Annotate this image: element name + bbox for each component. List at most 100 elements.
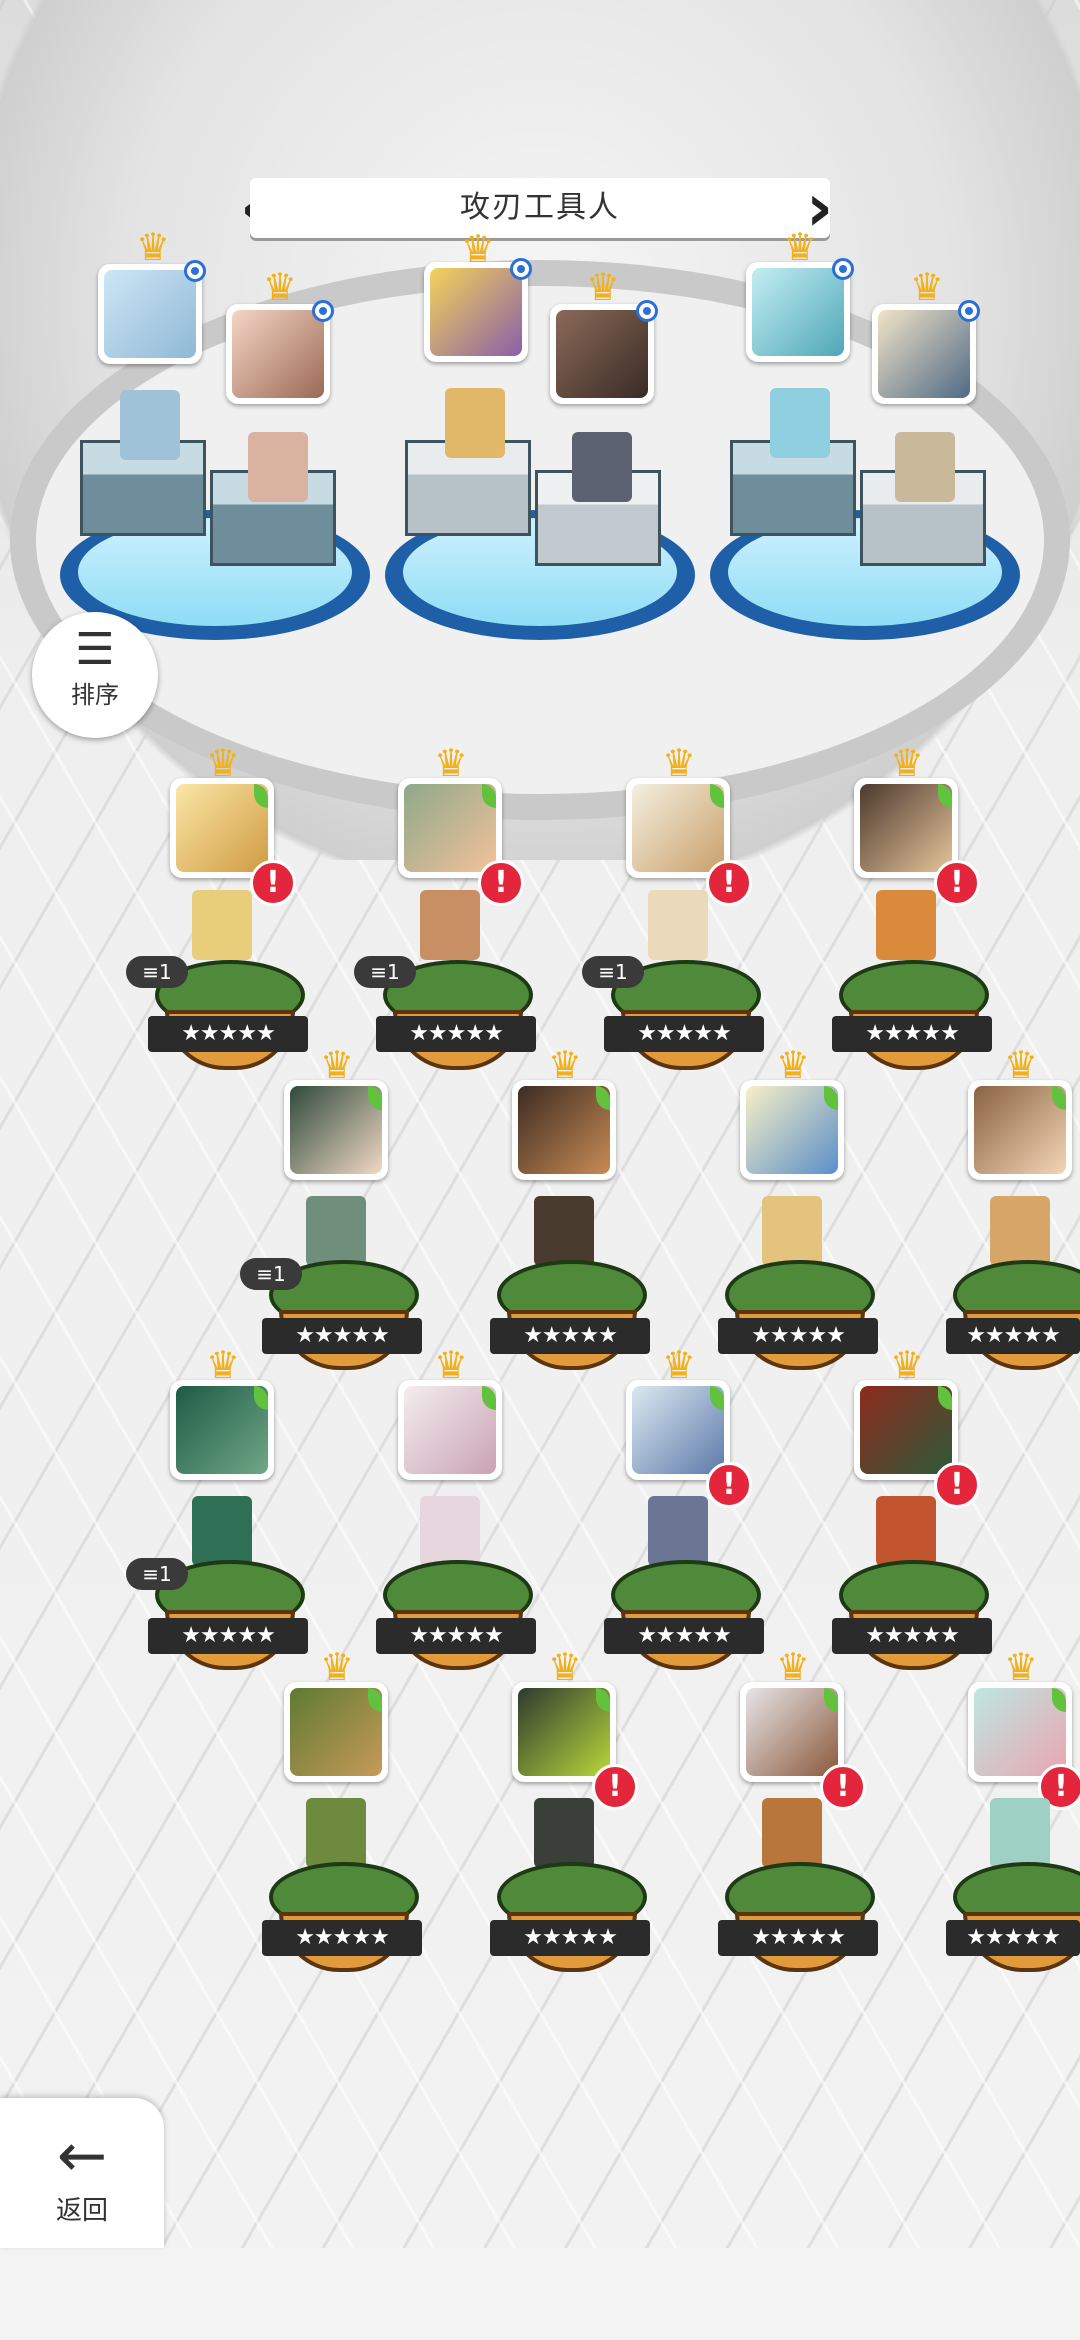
character-sprite	[534, 1798, 594, 1868]
character-sprite	[420, 890, 480, 960]
character-portrait[interactable]	[284, 1682, 388, 1782]
alert-badge: !	[934, 1462, 980, 1508]
team-portrait-6[interactable]	[872, 300, 980, 404]
alert-badge: !	[706, 860, 752, 906]
alert-badge: !	[706, 1462, 752, 1508]
team-sprite	[445, 388, 505, 458]
star-rating: ★★★★★	[946, 1318, 1080, 1354]
back-button[interactable]: ← 返回	[0, 2098, 164, 2248]
crown-icon: ♛	[319, 1645, 355, 1689]
character-portrait[interactable]	[968, 1080, 1072, 1180]
character-sprite	[762, 1196, 822, 1266]
character-sprite	[990, 1798, 1050, 1868]
crown-icon: ♛	[262, 265, 298, 309]
crown-icon: ♛	[661, 741, 697, 785]
star-rating: ★★★★★	[832, 1016, 992, 1052]
character-portrait[interactable]	[626, 778, 730, 878]
crown-icon: ♛	[909, 265, 945, 309]
alert-badge: !	[250, 860, 296, 906]
character-sprite	[762, 1798, 822, 1868]
sort-icon: ☰	[75, 624, 115, 675]
star-rating: ★★★★★	[148, 1618, 308, 1654]
crown-icon: ♛	[889, 1343, 925, 1387]
character-sprite	[648, 1496, 708, 1566]
star-rating: ★★★★★	[604, 1618, 764, 1654]
star-rating: ★★★★★	[376, 1618, 536, 1654]
star-rating: ★★★★★	[262, 1920, 422, 1956]
crown-icon: ♛	[547, 1043, 583, 1087]
level-badge: ≡1	[126, 1558, 188, 1590]
crown-icon: ♛	[585, 265, 621, 309]
team-portrait-3[interactable]	[424, 258, 532, 362]
crown-icon: ♛	[433, 741, 469, 785]
sort-label: 排序	[71, 681, 119, 709]
team-title: 攻刃工具人	[250, 178, 830, 238]
team-sprite	[572, 432, 632, 502]
crown-icon: ♛	[1003, 1645, 1039, 1689]
team-portrait-1[interactable]	[98, 260, 206, 364]
star-rating: ★★★★★	[490, 1920, 650, 1956]
character-sprite	[192, 1496, 252, 1566]
character-sprite	[990, 1196, 1050, 1266]
crown-icon: ♛	[782, 225, 818, 269]
crown-icon: ♛	[775, 1043, 811, 1087]
star-rating: ★★★★★	[718, 1318, 878, 1354]
alert-badge: !	[592, 1764, 638, 1810]
level-badge: ≡1	[582, 956, 644, 988]
crown-icon: ♛	[135, 225, 171, 269]
star-rating: ★★★★★	[718, 1920, 878, 1956]
alert-badge: !	[820, 1764, 866, 1810]
team-sprite	[248, 432, 308, 502]
crown-icon: ♛	[661, 1343, 697, 1387]
team-portrait-2[interactable]	[226, 300, 334, 404]
team-portrait-5[interactable]	[746, 258, 854, 362]
bottom-bar	[0, 2248, 1080, 2340]
character-sprite	[876, 1496, 936, 1566]
character-portrait[interactable]	[626, 1380, 730, 1480]
star-rating: ★★★★★	[604, 1016, 764, 1052]
character-sprite	[192, 890, 252, 960]
character-sprite	[648, 890, 708, 960]
crown-icon: ♛	[433, 1343, 469, 1387]
character-portrait[interactable]	[740, 1682, 844, 1782]
character-portrait[interactable]	[284, 1080, 388, 1180]
sort-button[interactable]: ☰ 排序	[32, 612, 158, 738]
back-label: 返回	[55, 2196, 108, 2226]
star-rating: ★★★★★	[376, 1016, 536, 1052]
crown-icon: ♛	[460, 227, 496, 271]
crown-icon: ♛	[775, 1645, 811, 1689]
team-sprite	[120, 390, 180, 460]
character-portrait[interactable]	[170, 1380, 274, 1480]
crown-icon: ♛	[889, 741, 925, 785]
crown-icon: ♛	[547, 1645, 583, 1689]
level-badge: ≡1	[354, 956, 416, 988]
level-badge: ≡1	[240, 1258, 302, 1290]
star-rating: ★★★★★	[946, 1920, 1080, 1956]
team-sprite	[770, 388, 830, 458]
character-portrait[interactable]	[740, 1080, 844, 1180]
star-rating: ★★★★★	[262, 1318, 422, 1354]
character-portrait[interactable]	[854, 1380, 958, 1480]
back-arrow-icon: ←	[56, 2121, 108, 2191]
grass-pedestal	[839, 960, 989, 1070]
star-rating: ★★★★★	[148, 1016, 308, 1052]
character-sprite	[876, 890, 936, 960]
character-portrait[interactable]	[398, 778, 502, 878]
crown-icon: ♛	[205, 1343, 241, 1387]
character-sprite	[534, 1196, 594, 1266]
crown-icon: ♛	[1003, 1043, 1039, 1087]
star-rating: ★★★★★	[490, 1318, 650, 1354]
team-portrait-4[interactable]	[550, 300, 658, 404]
team-pedestal-2	[385, 440, 695, 650]
star-rating: ★★★★★	[832, 1618, 992, 1654]
character-portrait[interactable]	[170, 778, 274, 878]
character-portrait[interactable]	[398, 1380, 502, 1480]
team-sprite	[895, 432, 955, 502]
character-portrait[interactable]	[854, 778, 958, 878]
character-portrait[interactable]	[512, 1080, 616, 1180]
team-pedestal-3	[710, 440, 1020, 650]
character-sprite	[306, 1798, 366, 1868]
alert-badge: !	[478, 860, 524, 906]
character-sprite	[420, 1496, 480, 1566]
character-portrait[interactable]	[512, 1682, 616, 1782]
